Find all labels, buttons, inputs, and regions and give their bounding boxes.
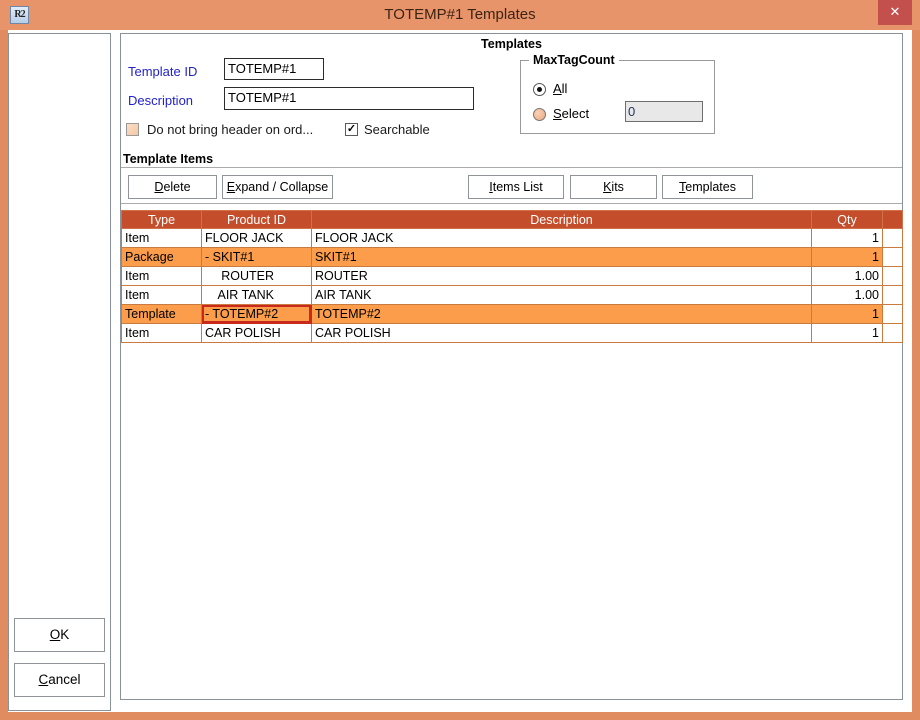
cell-product-id[interactable]: - TOTEMP#2 [202, 305, 312, 324]
items-table-header-row: TypeProduct IDDescriptionQty [122, 211, 903, 229]
searchable-checkbox[interactable]: ✓ [345, 123, 358, 136]
column-header-qty: Qty [812, 211, 883, 229]
ok-button-label: K [60, 627, 69, 642]
cell-qty[interactable]: 1.00 [812, 267, 883, 286]
searchable-checkbox-label: Searchable [364, 122, 430, 137]
column-header-filler [883, 211, 903, 229]
dialog-window: R2 TOTEMP#1 Templates ✕ OK Cancel Templa… [0, 0, 920, 720]
templates-button[interactable]: Templates [662, 175, 753, 199]
cell-filler [883, 229, 903, 248]
ok-button-mnemonic: O [50, 627, 61, 642]
cell-type[interactable]: Item [122, 229, 202, 248]
all-radio-label: All [553, 81, 567, 96]
all-radio-mnemonic: A [553, 81, 562, 96]
cell-type[interactable]: Package [122, 248, 202, 267]
close-button[interactable]: ✕ [878, 0, 912, 25]
column-header-product-id: Product ID [202, 211, 312, 229]
dialog-content: OK Cancel Templates Template ID TOTEMP#1… [8, 30, 912, 712]
cell-qty[interactable]: 1 [812, 324, 883, 343]
cell-filler [883, 286, 903, 305]
table-row[interactable]: ItemCAR POLISHCAR POLISH1 [122, 324, 903, 343]
main-panel: Templates Template ID TOTEMP#1 Descripti… [120, 33, 903, 700]
expand-collapse-button-label: xpand / Collapse [235, 180, 328, 194]
table-row[interactable]: ItemROUTERROUTER1.00 [122, 267, 903, 286]
maxtagcount-value-input[interactable]: 0 [625, 101, 703, 122]
delete-button-label: elete [163, 180, 190, 194]
cell-type[interactable]: Item [122, 267, 202, 286]
cell-filler [883, 248, 903, 267]
template-items-title: Template Items [123, 152, 213, 166]
kits-button-label: its [611, 180, 624, 194]
cell-filler [883, 305, 903, 324]
select-radio[interactable] [533, 108, 546, 121]
select-radio-mnemonic: S [553, 106, 562, 121]
ok-button[interactable]: OK [14, 618, 105, 652]
cancel-button-mnemonic: C [38, 672, 48, 687]
column-header-description: Description [312, 211, 812, 229]
cell-description[interactable]: FLOOR JACK [312, 229, 812, 248]
table-row[interactable]: ItemFLOOR JACKFLOOR JACK1 [122, 229, 903, 248]
select-radio-text: elect [562, 106, 589, 121]
cell-qty[interactable]: 1 [812, 248, 883, 267]
cell-qty[interactable]: 1 [812, 229, 883, 248]
cell-product-id[interactable]: ROUTER [202, 267, 312, 286]
table-row[interactable]: Template- TOTEMP#2TOTEMP#21 [122, 305, 903, 324]
titlebar[interactable]: R2 TOTEMP#1 Templates ✕ [0, 0, 920, 30]
select-radio-label: Select [553, 106, 589, 121]
items-table: TypeProduct IDDescriptionQty ItemFLOOR J… [121, 210, 903, 343]
description-input[interactable]: TOTEMP#1 [224, 87, 474, 110]
no-header-checkbox[interactable] [126, 123, 139, 136]
kits-button[interactable]: Kits [570, 175, 657, 199]
items-list-button[interactable]: Items List [468, 175, 564, 199]
templates-button-label: emplates [685, 180, 736, 194]
table-row[interactable]: ItemAIR TANKAIR TANK1.00 [122, 286, 903, 305]
cell-description[interactable]: SKIT#1 [312, 248, 812, 267]
cell-description[interactable]: AIR TANK [312, 286, 812, 305]
cell-type[interactable]: Item [122, 286, 202, 305]
cancel-button[interactable]: Cancel [14, 663, 105, 697]
column-header-type: Type [122, 211, 202, 229]
cell-product-id[interactable]: FLOOR JACK [202, 229, 312, 248]
cell-type[interactable]: Template [122, 305, 202, 324]
template-id-input[interactable]: TOTEMP#1 [224, 58, 324, 80]
cell-qty[interactable]: 1.00 [812, 286, 883, 305]
cell-filler [883, 267, 903, 286]
all-radio[interactable] [533, 83, 546, 96]
templates-section-title: Templates [121, 37, 902, 51]
items-list-button-label: tems List [493, 180, 543, 194]
cell-qty[interactable]: 1 [812, 305, 883, 324]
cell-product-id[interactable]: AIR TANK [202, 286, 312, 305]
maxtagcount-title: MaxTagCount [529, 53, 619, 67]
maxtagcount-groupbox: MaxTagCount All Select 0 [520, 60, 715, 134]
cell-description[interactable]: TOTEMP#2 [312, 305, 812, 324]
table-row[interactable]: Package- SKIT#1SKIT#11 [122, 248, 903, 267]
cell-description[interactable]: CAR POLISH [312, 324, 812, 343]
cell-filler [883, 324, 903, 343]
cancel-button-label: ancel [48, 672, 80, 687]
items-toolbar: Delete Expand / Collapse Items List Kits… [121, 167, 902, 204]
sidebar: OK Cancel [8, 33, 111, 711]
items-table-body: ItemFLOOR JACKFLOOR JACK1Package- SKIT#1… [122, 229, 903, 343]
no-header-checkbox-label: Do not bring header on ord... [147, 122, 313, 137]
delete-button[interactable]: Delete [128, 175, 217, 199]
cell-description[interactable]: ROUTER [312, 267, 812, 286]
template-id-label: Template ID [128, 64, 197, 79]
cell-product-id[interactable]: - SKIT#1 [202, 248, 312, 267]
all-radio-text: ll [562, 81, 568, 96]
window-title: TOTEMP#1 Templates [0, 0, 920, 30]
expand-collapse-button-mnemonic: E [227, 180, 235, 194]
expand-collapse-button[interactable]: Expand / Collapse [222, 175, 333, 199]
cell-product-id[interactable]: CAR POLISH [202, 324, 312, 343]
cell-type[interactable]: Item [122, 324, 202, 343]
description-label: Description [128, 93, 193, 108]
